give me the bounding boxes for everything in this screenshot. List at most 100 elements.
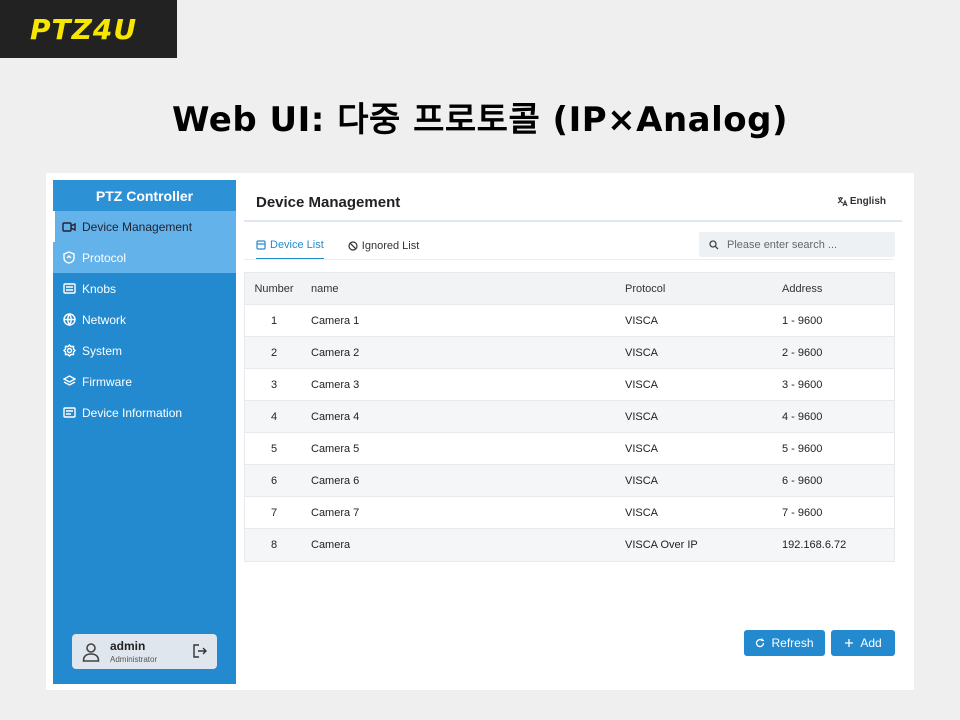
- cell-name: Camera 1: [311, 314, 360, 327]
- table-row[interactable]: 6 Camera 6 VISCA 6 - 9600: [245, 465, 894, 497]
- table-row[interactable]: 7 Camera 7 VISCA 7 - 9600: [245, 497, 894, 529]
- column-header-number[interactable]: Number: [245, 283, 303, 295]
- sidebar-item-label: Firmware: [82, 374, 132, 389]
- cell-address: 1 - 9600: [782, 314, 823, 327]
- tab-ignored-list[interactable]: Ignored List: [348, 232, 419, 260]
- cell-address: 192.168.6.72: [782, 539, 847, 551]
- layers-icon: [62, 375, 76, 389]
- sidebar-item-firmware[interactable]: Firmware: [53, 366, 236, 397]
- search-icon: [709, 239, 719, 250]
- camera-icon: [62, 220, 76, 234]
- refresh-icon: [755, 638, 771, 648]
- table-row[interactable]: 5 Camera 5 VISCA 5 - 9600: [245, 433, 894, 465]
- cell-number: 7: [270, 506, 278, 519]
- info-panel-icon: [62, 406, 76, 420]
- cell-address: 2 - 9600: [782, 346, 823, 359]
- table-row[interactable]: 1 Camera 1 VISCA 1 - 9600: [245, 305, 894, 337]
- cell-name: Camera 4: [311, 410, 360, 423]
- keyboard-icon: [62, 282, 76, 296]
- cell-protocol: VISCA: [625, 378, 659, 391]
- tab-device-list[interactable]: Device List: [256, 232, 324, 260]
- sidebar-item-device-information[interactable]: Device Information: [53, 397, 236, 428]
- cell-address: 5 - 9600: [782, 442, 823, 455]
- column-header-protocol[interactable]: Protocol: [625, 283, 782, 295]
- cell-name: Camera 3: [311, 378, 360, 391]
- table-row[interactable]: 3 Camera 3 VISCA 3 - 9600: [245, 369, 894, 401]
- cell-address: 3 - 9600: [782, 378, 823, 391]
- cell-protocol: VISCA: [625, 506, 659, 519]
- cell-name: Camera 6: [311, 474, 360, 487]
- sidebar-item-label: System: [82, 343, 123, 358]
- cell-number: 4: [270, 410, 278, 423]
- table-row[interactable]: 8 Camera VISCA Over IP 192.168.6.72: [245, 529, 894, 561]
- cell-protocol: VISCA: [625, 314, 659, 327]
- logo-text: PTZ4U: [30, 12, 138, 46]
- sidebar-item-label: Protocol: [82, 250, 127, 265]
- page-title: Device Management: [256, 194, 401, 211]
- sidebar-item-system[interactable]: System: [53, 335, 236, 366]
- table-header: Number name Protocol Address: [245, 273, 894, 305]
- cell-protocol: VISCA: [625, 410, 659, 423]
- tab-label: Ignored List: [361, 240, 420, 252]
- list-icon: [256, 240, 270, 250]
- slide-title: Web UI: 다중 프로토콜 (IP×Analog): [171, 100, 789, 140]
- logout-icon[interactable]: [193, 644, 207, 663]
- tabs: Device List Ignored List: [256, 232, 443, 260]
- tab-divider: [244, 259, 894, 260]
- table-row[interactable]: 2 Camera 2 VISCA 2 - 9600: [245, 337, 894, 369]
- search-box: [699, 232, 895, 257]
- header-divider: [244, 220, 902, 222]
- cell-name: Camera: [311, 539, 351, 551]
- cell-name: Camera 5: [311, 442, 360, 455]
- sidebar: PTZ Controller Device Management Protoco…: [53, 180, 236, 684]
- language-switch[interactable]: English: [837, 196, 886, 207]
- cell-protocol: VISCA: [625, 442, 659, 455]
- cell-number: 5: [270, 442, 278, 455]
- add-label: Add: [860, 636, 882, 650]
- cell-number: 2: [270, 346, 278, 359]
- sidebar-item-protocol[interactable]: Protocol: [53, 242, 236, 273]
- translate-icon: [837, 196, 850, 207]
- shield-icon: [62, 251, 76, 265]
- gear-icon: [62, 344, 76, 358]
- search-input[interactable]: [727, 238, 887, 251]
- cell-number: 8: [270, 539, 278, 551]
- user-icon: [82, 642, 100, 662]
- cell-protocol: VISCA: [625, 346, 659, 359]
- sidebar-item-label: Knobs: [82, 281, 117, 296]
- table-row[interactable]: 4 Camera 4 VISCA 4 - 9600: [245, 401, 894, 433]
- user-card: admin Administrator: [72, 634, 217, 669]
- ban-icon: [348, 241, 362, 251]
- cell-number: 1: [270, 314, 278, 327]
- cell-name: Camera 7: [311, 506, 360, 519]
- cell-name: Camera 2: [311, 346, 360, 359]
- column-header-address[interactable]: Address: [782, 283, 894, 295]
- cell-number: 3: [270, 378, 278, 391]
- cell-protocol: VISCA Over IP: [625, 539, 698, 551]
- refresh-label: Refresh: [771, 636, 814, 650]
- refresh-button[interactable]: Refresh: [744, 630, 825, 656]
- sidebar-item-network[interactable]: Network: [53, 304, 236, 335]
- column-header-name[interactable]: name: [303, 283, 625, 295]
- plus-icon: [844, 638, 860, 648]
- user-role: Administrator: [110, 655, 158, 664]
- cell-address: 6 - 9600: [782, 474, 823, 487]
- add-button[interactable]: Add: [831, 630, 895, 656]
- sidebar-item-label: Device Information: [82, 405, 183, 420]
- cell-number: 6: [270, 474, 278, 487]
- cell-protocol: VISCA: [625, 474, 659, 487]
- user-name: admin: [110, 639, 146, 653]
- device-table: Number name Protocol Address 1 Camera 1 …: [244, 272, 895, 562]
- logo: PTZ4U: [0, 0, 177, 58]
- globe-icon: [62, 313, 76, 327]
- sidebar-item-label: Device Management: [82, 219, 193, 234]
- app-window: PTZ Controller Device Management Protoco…: [46, 173, 914, 690]
- language-label: English: [849, 196, 886, 207]
- sidebar-item-device-management[interactable]: Device Management: [53, 211, 236, 242]
- tab-label: Device List: [270, 239, 324, 251]
- sidebar-title: PTZ Controller: [53, 180, 236, 211]
- cell-address: 4 - 9600: [782, 410, 823, 423]
- sidebar-item-knobs[interactable]: Knobs: [53, 273, 236, 304]
- cell-address: 7 - 9600: [782, 506, 823, 519]
- sidebar-item-label: Network: [82, 312, 127, 327]
